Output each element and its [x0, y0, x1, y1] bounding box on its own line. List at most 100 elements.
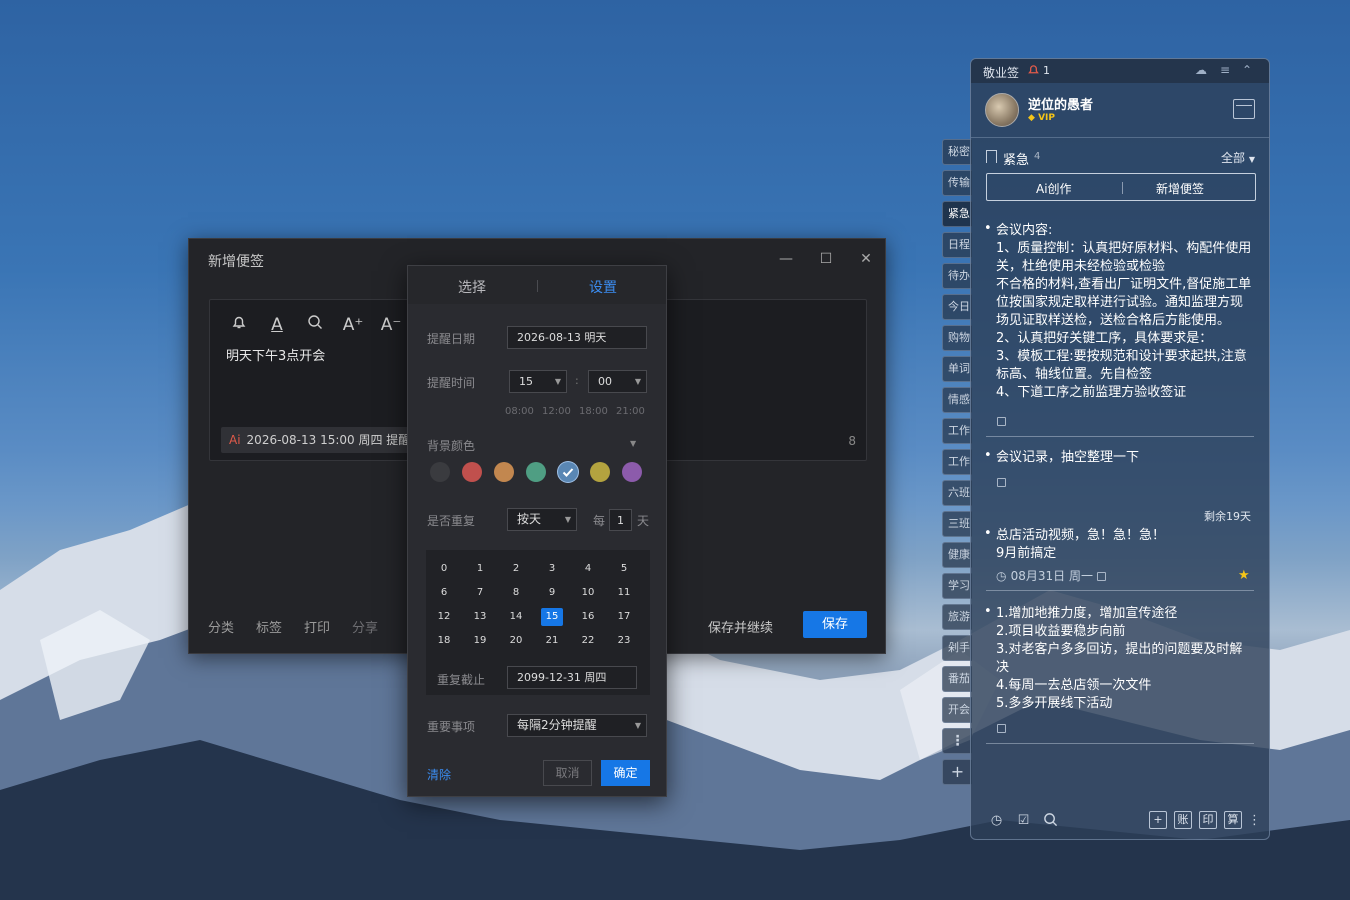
side-tab-item[interactable]: 三班	[942, 511, 972, 537]
calendar-day[interactable]: 20	[505, 632, 527, 650]
font-decrease-icon[interactable]: A⁻	[380, 314, 402, 336]
bell-icon[interactable]	[228, 314, 250, 336]
tab-select[interactable]: 选择	[458, 277, 486, 297]
calendar-day[interactable]: 17	[613, 608, 635, 626]
calendar-day[interactable]: 12	[433, 608, 455, 626]
color-swatch[interactable]	[526, 462, 546, 482]
calendar-day[interactable]: 2	[505, 560, 527, 578]
calendar-day[interactable]: 11	[613, 584, 635, 602]
side-tab-item[interactable]: 日程	[942, 232, 972, 258]
important-select[interactable]: 每隔2分钟提醒 ▼	[507, 714, 647, 737]
side-tab-item[interactable]: 今日	[942, 294, 972, 320]
date-field[interactable]: 2026-08-13 明天	[507, 326, 647, 349]
color-swatch[interactable]	[430, 462, 450, 482]
calculator-icon[interactable]: 算	[1224, 811, 1242, 829]
quick-time-1200[interactable]: 12:00	[542, 406, 571, 417]
repeat-end-field[interactable]: 2099-12-31 周四	[507, 666, 637, 689]
repeat-mode-select[interactable]: 按天 ▼	[507, 508, 577, 531]
side-tab-item[interactable]: 开会	[942, 697, 972, 723]
close-button[interactable]: ✕	[858, 251, 874, 267]
chevron-down-icon[interactable]: ▼	[630, 439, 636, 448]
minute-select[interactable]: 00 ▼	[588, 370, 647, 393]
color-swatch[interactable]	[462, 462, 482, 482]
more-icon[interactable]: ⋮	[1248, 812, 1261, 829]
text-color-icon[interactable]: A	[266, 314, 288, 336]
save-button[interactable]: 保存	[803, 611, 867, 638]
save-continue-button[interactable]: 保存并继续	[708, 617, 773, 636]
cancel-button[interactable]: 取消	[543, 760, 592, 786]
reminder-bar[interactable]: Ai 2026-08-13 15:00 周四 提醒	[221, 427, 419, 453]
color-swatch[interactable]	[622, 462, 642, 482]
calendar-day[interactable]: 1	[469, 560, 491, 578]
clear-button[interactable]: 清除	[427, 766, 451, 783]
calendar-day[interactable]: 23	[613, 632, 635, 650]
print-icon[interactable]: 印	[1199, 811, 1217, 829]
calendar-day[interactable]: 14	[505, 608, 527, 626]
side-tab-item[interactable]: 健康	[942, 542, 972, 568]
share-button[interactable]: 分享	[352, 617, 378, 636]
calendar-day[interactable]: 21	[541, 632, 563, 650]
note-item[interactable]: • 会议内容: 1、质量控制：认真把好原材料、构配件使用关，杜绝使用未经检验或检…	[986, 222, 1254, 404]
minimize-button[interactable]: —	[778, 251, 794, 267]
maximize-button[interactable]: ☐	[818, 251, 834, 267]
more-categories-button[interactable]: ⋮	[942, 728, 972, 754]
every-input[interactable]: 1	[609, 509, 632, 531]
calendar-check-icon[interactable]: ☑	[1015, 812, 1032, 829]
calendar-day[interactable]: 16	[577, 608, 599, 626]
calendar-day[interactable]: 13	[469, 608, 491, 626]
side-tab-item[interactable]: 学习	[942, 573, 972, 599]
note-item[interactable]: • 会议记录，抽空整理一下	[984, 448, 1254, 467]
confirm-button[interactable]: 确定	[601, 760, 650, 786]
calendar-day[interactable]: 8	[505, 584, 527, 602]
avatar[interactable]	[985, 93, 1019, 127]
category-button[interactable]: 分类	[208, 617, 234, 636]
calendar-day[interactable]: 5	[613, 560, 635, 578]
note-item[interactable]: • 总店活动视频，急！急！急！ 9月前搞定 ◷ 08月31日 周一	[984, 526, 1254, 586]
tag-button[interactable]: 标签	[256, 617, 282, 636]
search-icon[interactable]	[304, 314, 326, 336]
side-tab-item[interactable]: 旅游	[942, 604, 972, 630]
new-note-button[interactable]: 新增便签	[1156, 180, 1204, 197]
side-tab-item[interactable]: 番茄	[942, 666, 972, 692]
add-icon[interactable]: +	[1149, 811, 1167, 829]
side-tab-item[interactable]: 工作	[942, 418, 972, 444]
add-category-button[interactable]: +	[942, 759, 972, 785]
calendar-day[interactable]: 6	[433, 584, 455, 602]
calendar-day[interactable]: 7	[469, 584, 491, 602]
side-tab-item[interactable]: 六班	[942, 480, 972, 506]
search-icon[interactable]	[1042, 812, 1059, 829]
star-icon[interactable]: ★	[1238, 568, 1250, 583]
chevron-up-icon[interactable]: ⌃	[1242, 63, 1252, 77]
cloud-sync-icon[interactable]: ☁	[1195, 63, 1207, 77]
calendar-day[interactable]: 10	[577, 584, 599, 602]
filter-select[interactable]: 全部 ▼	[1221, 149, 1255, 166]
font-increase-icon[interactable]: A⁺	[342, 314, 364, 336]
calendar-day[interactable]: 3	[541, 560, 563, 578]
calendar-icon[interactable]	[1233, 99, 1255, 119]
tab-settings[interactable]: 设置	[589, 277, 617, 297]
color-swatch[interactable]	[558, 462, 578, 482]
side-tab-item[interactable]: 待办	[942, 263, 972, 289]
quick-time-2100[interactable]: 21:00	[616, 406, 645, 417]
calendar-day[interactable]: 18	[433, 632, 455, 650]
note-content[interactable]: 明天下午3点开会	[226, 345, 325, 364]
calendar-day[interactable]: 9	[541, 584, 563, 602]
user-name[interactable]: 逆位的愚者	[1028, 94, 1093, 113]
color-swatch[interactable]	[590, 462, 610, 482]
side-tab-item[interactable]: 购物	[942, 325, 972, 351]
calendar-day[interactable]: 15	[541, 608, 563, 626]
print-button[interactable]: 打印	[304, 617, 330, 636]
history-icon[interactable]: ◷	[988, 812, 1005, 829]
ledger-icon[interactable]: 账	[1174, 811, 1192, 829]
calendar-day[interactable]: 19	[469, 632, 491, 650]
calendar-day[interactable]: 4	[577, 560, 599, 578]
calendar-day[interactable]: 22	[577, 632, 599, 650]
side-tab-item[interactable]: 紧急	[942, 201, 972, 227]
side-tab-item[interactable]: 工作	[942, 449, 972, 475]
side-tab-item[interactable]: 传输	[942, 170, 972, 196]
side-tab-item[interactable]: 秘密	[942, 139, 972, 165]
ai-create-button[interactable]: Ai创作	[1036, 180, 1072, 197]
side-tab-item[interactable]: 剁手	[942, 635, 972, 661]
hour-select[interactable]: 15 ▼	[509, 370, 567, 393]
quick-time-0800[interactable]: 08:00	[505, 406, 534, 417]
